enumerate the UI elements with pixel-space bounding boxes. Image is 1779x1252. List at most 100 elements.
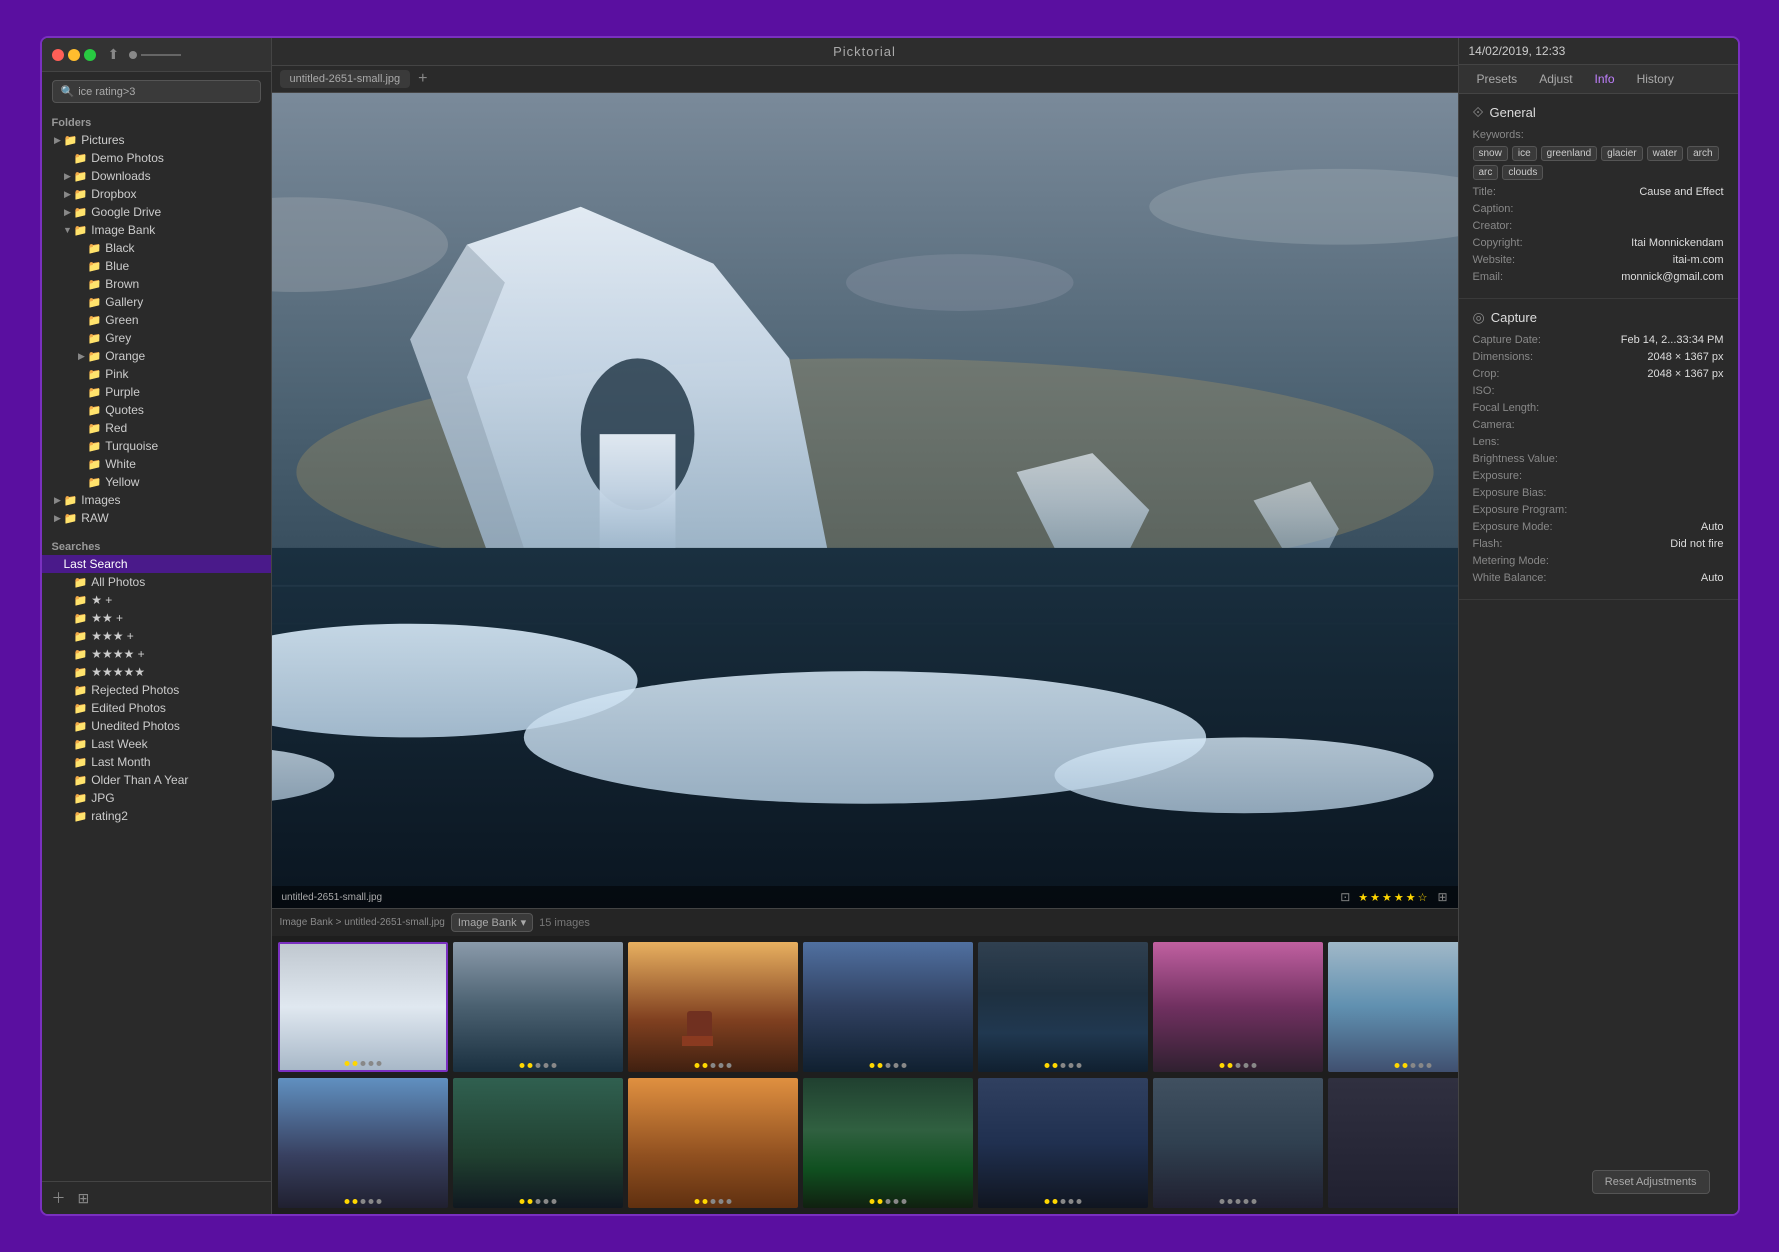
sidebar-item-white[interactable]: 📁 White: [42, 455, 271, 473]
tab-info[interactable]: Info: [1585, 69, 1625, 89]
email-value: monnick@gmail.com: [1573, 271, 1724, 283]
close-button[interactable]: [52, 49, 64, 61]
sidebar-item-downloads[interactable]: ▶ 📁 Downloads: [42, 167, 271, 185]
sidebar-item-orange[interactable]: ▶ 📁 Orange: [42, 347, 271, 365]
sidebar-item-label: ★★ +: [91, 611, 123, 625]
thumb-6[interactable]: [1328, 942, 1458, 1072]
sidebar-item-label: Google Drive: [91, 205, 161, 219]
thumb-2[interactable]: [628, 942, 798, 1072]
sidebar-item-star2[interactable]: 📁 ★★ +: [42, 609, 271, 627]
sidebar-item-last-month[interactable]: 📁 Last Month: [42, 753, 271, 771]
thumb-13[interactable]: [1328, 1078, 1458, 1208]
folder-icon: 📁: [74, 576, 88, 589]
sidebar-item-edited-photos[interactable]: 📁 Edited Photos: [42, 699, 271, 717]
sidebar-item-star5[interactable]: 📁 ★★★★★: [42, 663, 271, 681]
reset-button-container: Reset Adjustments: [1459, 1150, 1738, 1214]
keyword-glacier: glacier: [1601, 146, 1642, 161]
add-icon[interactable]: ＋: [52, 1188, 66, 1208]
exposure-bias-row: Exposure Bias:: [1473, 487, 1724, 499]
tab-adjust[interactable]: Adjust: [1529, 69, 1582, 89]
reset-adjustments-button[interactable]: Reset Adjustments: [1592, 1170, 1710, 1194]
website-row: Website: itai-m.com: [1473, 254, 1724, 266]
folder-icon: 📁: [74, 792, 88, 805]
exposure-label: Exposure:: [1473, 470, 1573, 482]
sidebar-item-turquoise[interactable]: 📁 Turquoise: [42, 437, 271, 455]
tab-history[interactable]: History: [1627, 69, 1684, 89]
sidebar-item-label: White: [105, 457, 136, 471]
sidebar-item-brown[interactable]: 📁 Brown: [42, 275, 271, 293]
thumb-11[interactable]: [978, 1078, 1148, 1208]
arrow-icon: ▶: [76, 351, 88, 362]
flash-row: Flash: Did not fire: [1473, 538, 1724, 550]
sidebar-item-last-week[interactable]: 📁 Last Week: [42, 735, 271, 753]
sidebar-item-quotes[interactable]: 📁 Quotes: [42, 401, 271, 419]
sidebar-item-label: Unedited Photos: [91, 719, 180, 733]
sidebar-item-last-search[interactable]: Last Search: [42, 555, 271, 573]
sidebar-item-older-than-year[interactable]: 📁 Older Than A Year: [42, 771, 271, 789]
sidebar-item-black[interactable]: 📁 Black: [42, 239, 271, 257]
sidebar-item-image-bank[interactable]: ▼ 📁 Image Bank: [42, 221, 271, 239]
copyright-label: Copyright:: [1473, 237, 1573, 249]
sidebar-item-pictures[interactable]: ▶ 📁 Pictures: [42, 131, 271, 149]
thumb-0[interactable]: [278, 942, 448, 1072]
folder-icon: 📁: [74, 774, 88, 787]
sidebar-item-purple[interactable]: 📁 Purple: [42, 383, 271, 401]
sidebar-item-star4[interactable]: 📁 ★★★★ +: [42, 645, 271, 663]
thumb-1[interactable]: [453, 942, 623, 1072]
white-balance-value: Auto: [1573, 572, 1724, 584]
tab-presets[interactable]: Presets: [1467, 69, 1528, 89]
sidebar-item-grey[interactable]: 📁 Grey: [42, 329, 271, 347]
sidebar-item-demo-photos[interactable]: 📁 Demo Photos: [42, 149, 271, 167]
thumb-12[interactable]: [1153, 1078, 1323, 1208]
sidebar-item-rating2[interactable]: 📁 rating2: [42, 807, 271, 825]
folder-icon: 📁: [64, 512, 78, 525]
thumb-10[interactable]: [803, 1078, 973, 1208]
sidebar-item-all-photos[interactable]: 📁 All Photos: [42, 573, 271, 591]
keyword-arc: arc: [1473, 165, 1499, 180]
sidebar-item-star1[interactable]: 📁 ★ +: [42, 591, 271, 609]
thumb-4[interactable]: [978, 942, 1148, 1072]
exposure-mode-row: Exposure Mode: Auto: [1473, 521, 1724, 533]
sidebar-item-gallery[interactable]: 📁 Gallery: [42, 293, 271, 311]
minimize-button[interactable]: [68, 49, 80, 61]
fullscreen-icon[interactable]: ⊡: [1340, 890, 1350, 904]
thumb-9[interactable]: [628, 1078, 798, 1208]
exposure-mode-value: Auto: [1573, 521, 1724, 533]
compare-icon[interactable]: ⊞: [1437, 890, 1447, 904]
sidebar-item-yellow[interactable]: 📁 Yellow: [42, 473, 271, 491]
upload-icon[interactable]: ⬆: [108, 46, 120, 63]
caption-row: Caption:: [1473, 203, 1724, 215]
sidebar-item-label: Last Month: [91, 755, 150, 769]
folder-icon: 📁: [88, 422, 102, 435]
exposure-mode-label: Exposure Mode:: [1473, 521, 1573, 533]
thumb-3[interactable]: [803, 942, 973, 1072]
sidebar-item-label: Gallery: [105, 295, 143, 309]
sidebar-item-jpg[interactable]: 📁 JPG: [42, 789, 271, 807]
thumb-8[interactable]: [453, 1078, 623, 1208]
folder-icon: 📁: [88, 368, 102, 381]
tab-untitled[interactable]: untitled-2651-small.jpg: [280, 70, 411, 88]
maximize-button[interactable]: [84, 49, 96, 61]
lens-label: Lens:: [1473, 436, 1573, 448]
thumb-5[interactable]: [1153, 942, 1323, 1072]
exposure-row: Exposure:: [1473, 470, 1724, 482]
sidebar-item-dropbox[interactable]: ▶ 📁 Dropbox: [42, 185, 271, 203]
sidebar-item-green[interactable]: 📁 Green: [42, 311, 271, 329]
folder-icon: 📁: [74, 702, 88, 715]
zoom-slider[interactable]: [129, 51, 181, 59]
sidebar-item-red[interactable]: 📁 Red: [42, 419, 271, 437]
sidebar-item-star3[interactable]: 📁 ★★★ +: [42, 627, 271, 645]
sidebar-item-google-drive[interactable]: ▶ 📁 Google Drive: [42, 203, 271, 221]
sidebar-item-images[interactable]: ▶ 📁 Images: [42, 491, 271, 509]
sidebar-item-pink[interactable]: 📁 Pink: [42, 365, 271, 383]
grid-icon[interactable]: ⊞: [78, 1190, 90, 1207]
sidebar-item-blue[interactable]: 📁 Blue: [42, 257, 271, 275]
sidebar-item-rejected-photos[interactable]: 📁 Rejected Photos: [42, 681, 271, 699]
collection-dropdown[interactable]: Image Bank ▾: [451, 913, 533, 932]
thumb-7[interactable]: [278, 1078, 448, 1208]
search-box[interactable]: 🔍 ice rating>3: [52, 80, 261, 103]
add-tab-button[interactable]: +: [414, 70, 431, 88]
sidebar-item-raw[interactable]: ▶ 📁 RAW: [42, 509, 271, 527]
rating-stars[interactable]: ★★★★★☆: [1358, 891, 1429, 904]
sidebar-item-unedited-photos[interactable]: 📁 Unedited Photos: [42, 717, 271, 735]
